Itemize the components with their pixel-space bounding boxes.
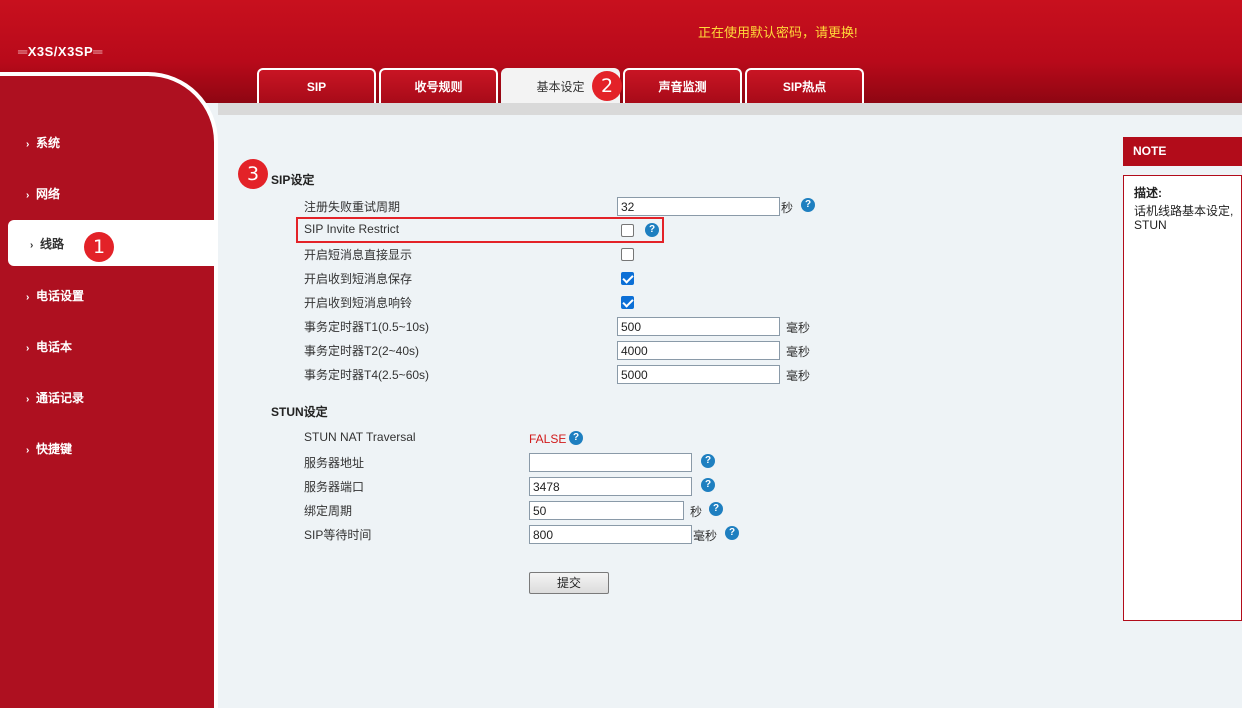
sidebar-item-label: 电话设置 (36, 289, 85, 303)
logo-text: X3S/X3SP (27, 44, 94, 59)
sidebar-item-phone-settings[interactable]: › 电话设置 (26, 287, 84, 304)
chevron-right-icon: › (30, 240, 34, 251)
sip-wait-unit: 毫秒 (693, 529, 718, 543)
timer-t1-label: 事务定时器T1(0.5~10s) (304, 320, 430, 334)
tab-sip[interactable]: SIP (257, 68, 376, 104)
tab-audio-monitor[interactable]: 声音监测 (623, 68, 742, 104)
note-desc-line: STUN (1134, 218, 1167, 232)
note-title: NOTE (1123, 137, 1242, 166)
invite-restrict-checkbox[interactable] (621, 224, 634, 237)
retry-period-label: 注册失败重试周期 (304, 200, 401, 214)
sms-display-label: 开启短消息直接显示 (304, 248, 413, 262)
invite-restrict-label: SIP Invite Restrict (304, 222, 400, 236)
bind-period-input[interactable] (529, 501, 684, 520)
default-password-warning: 正在使用默认密码，请更换! (698, 25, 858, 40)
timer-t2-label: 事务定时器T2(2~40s) (304, 344, 420, 358)
sidebar-item-phonebook[interactable]: › 电话本 (26, 338, 72, 355)
note-panel: 描述: 话机线路基本设定, STUN (1123, 175, 1242, 621)
sms-display-checkbox[interactable] (621, 248, 634, 261)
help-icon[interactable]: ? (801, 198, 815, 212)
sms-ring-checkbox[interactable] (621, 296, 634, 309)
sidebar-item-network[interactable]: › 网络 (26, 185, 60, 202)
step-badge-2: 2 (592, 71, 622, 101)
sidebar-item-call-log[interactable]: › 通话记录 (26, 389, 84, 406)
chevron-right-icon: › (26, 292, 30, 303)
timer-t2-unit: 毫秒 (786, 345, 811, 359)
chevron-right-icon: › (26, 190, 30, 201)
sidebar-item-label: 通话记录 (36, 391, 85, 405)
help-icon[interactable]: ? (709, 502, 723, 516)
sms-save-label: 开启收到短消息保存 (304, 272, 413, 286)
logo: ═X3S/X3SP═ (18, 44, 103, 59)
stun-nat-label: STUN NAT Traversal (304, 430, 416, 444)
step-badge-3: 3 (238, 159, 268, 189)
sidebar-item-label: 系统 (36, 136, 61, 150)
stun-section-title: STUN设定 (271, 405, 328, 419)
timer-t2-input[interactable] (617, 341, 780, 360)
sip-section-title: SIP设定 (271, 173, 315, 187)
stun-server-input[interactable] (529, 453, 692, 472)
chevron-right-icon: › (26, 445, 30, 456)
sidebar-item-label: 电话本 (36, 340, 73, 354)
note-desc-line: 话机线路基本设定, (1134, 204, 1234, 218)
timer-t1-unit: 毫秒 (786, 321, 811, 335)
sms-save-checkbox[interactable] (621, 272, 634, 285)
sidebar-item-label: 快捷键 (36, 442, 73, 456)
tab-dial-rules[interactable]: 收号规则 (379, 68, 498, 104)
sidebar-item-label: 线路 (40, 237, 65, 251)
sidebar-item-system[interactable]: › 系统 (26, 134, 60, 151)
help-icon[interactable]: ? (725, 526, 739, 540)
stun-port-label: 服务器端口 (304, 480, 365, 494)
submit-button[interactable]: 提交 (529, 572, 609, 594)
chevron-right-icon: › (26, 343, 30, 354)
help-icon[interactable]: ? (701, 478, 715, 492)
sms-ring-label: 开启收到短消息响铃 (304, 296, 413, 310)
help-icon[interactable]: ? (645, 223, 659, 237)
timer-t4-label: 事务定时器T4(2.5~60s) (304, 368, 430, 382)
help-icon[interactable]: ? (569, 431, 583, 445)
content-top-strip (218, 103, 1242, 115)
chevron-right-icon: › (26, 139, 30, 150)
bind-period-unit: 秒 (690, 505, 703, 519)
sidebar-item-label: 网络 (36, 187, 61, 201)
chevron-right-icon: › (26, 394, 30, 405)
sidebar-item-shortcuts[interactable]: › 快捷键 (26, 440, 72, 457)
stun-server-label: 服务器地址 (304, 456, 365, 470)
retry-period-input[interactable] (617, 197, 780, 216)
retry-period-unit: 秒 (781, 201, 794, 215)
stun-nat-value: FALSE (529, 432, 567, 446)
timer-t1-input[interactable] (617, 317, 780, 336)
help-icon[interactable]: ? (701, 454, 715, 468)
timer-t4-unit: 毫秒 (786, 369, 811, 383)
bind-period-label: 绑定周期 (304, 504, 353, 518)
step-badge-1: 1 (84, 232, 114, 262)
note-desc-title: 描述: (1134, 186, 1162, 200)
timer-t4-input[interactable] (617, 365, 780, 384)
sip-wait-label: SIP等待时间 (304, 528, 372, 542)
sip-wait-input[interactable] (529, 525, 692, 544)
stun-port-input[interactable] (529, 477, 692, 496)
tab-sip-hotspot[interactable]: SIP热点 (745, 68, 864, 104)
